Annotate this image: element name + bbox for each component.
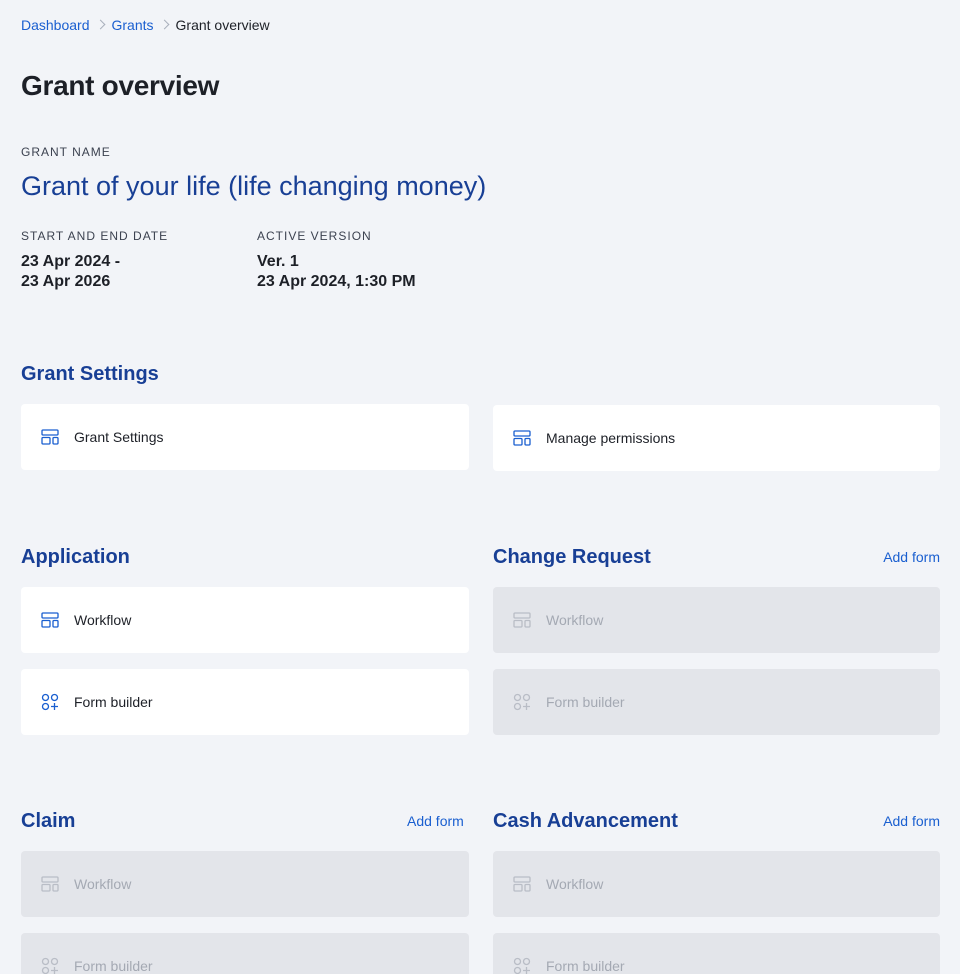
claim-add-form-link[interactable]: Add form — [407, 812, 464, 830]
breadcrumb: Dashboard Grants Grant overview — [21, 16, 270, 34]
form-builder-label: Form builder — [74, 958, 153, 974]
dates-label: START AND END DATE — [21, 229, 169, 243]
layout-icon — [40, 610, 60, 630]
section-title-claim: Claim — [21, 810, 76, 832]
breadcrumb-dashboard[interactable]: Dashboard — [21, 16, 90, 34]
page-title: Grant overview — [21, 70, 220, 101]
apps-add-icon — [40, 956, 60, 974]
active-version-date: 23 Apr 2024, 1:30 PM — [257, 273, 416, 290]
claim-workflow-card: Workflow — [21, 851, 469, 917]
apps-add-icon — [40, 692, 60, 712]
grant-name-label: GRANT NAME — [21, 145, 111, 159]
start-date: 23 Apr 2024 - — [21, 253, 121, 270]
layout-icon — [512, 610, 532, 630]
claim-form-builder-card: Form builder — [21, 933, 469, 974]
form-builder-label: Form builder — [74, 694, 153, 710]
chevron-right-icon — [94, 18, 108, 32]
workflow-label: Workflow — [546, 612, 604, 628]
layout-icon — [512, 428, 532, 448]
chevron-right-icon — [158, 18, 172, 32]
change-request-workflow-card: Workflow — [493, 587, 940, 653]
section-title-cash-advancement: Cash Advancement — [493, 810, 678, 832]
section-title-change-request: Change Request — [493, 546, 651, 568]
workflow-label: Workflow — [74, 612, 132, 628]
cash-advancement-form-builder-card: Form builder — [493, 933, 940, 974]
end-date: 23 Apr 2026 — [21, 273, 111, 290]
active-version: Ver. 1 — [257, 253, 299, 270]
layout-icon — [512, 874, 532, 894]
apps-add-icon — [512, 692, 532, 712]
grant-settings-label: Grant Settings — [74, 429, 164, 445]
change-request-form-builder-card: Form builder — [493, 669, 940, 735]
application-workflow-card[interactable]: Workflow — [21, 587, 469, 653]
section-title-grant-settings: Grant Settings — [21, 363, 159, 385]
section-title-application: Application — [21, 546, 130, 568]
active-version-label: ACTIVE VERSION — [257, 229, 372, 243]
workflow-label: Workflow — [546, 876, 604, 892]
breadcrumb-grants[interactable]: Grants — [112, 16, 154, 34]
cash-advancement-add-form-link[interactable]: Add form — [883, 812, 940, 830]
breadcrumb-current: Grant overview — [175, 17, 270, 33]
layout-icon — [40, 874, 60, 894]
change-request-add-form-link[interactable]: Add form — [883, 548, 940, 566]
grant-settings-card[interactable]: Grant Settings — [21, 404, 469, 470]
layout-icon — [40, 427, 60, 447]
manage-permissions-label: Manage permissions — [546, 430, 676, 446]
manage-permissions-card[interactable]: Manage permissions — [493, 405, 940, 471]
application-form-builder-card[interactable]: Form builder — [21, 669, 469, 735]
form-builder-label: Form builder — [546, 958, 625, 974]
workflow-label: Workflow — [74, 876, 132, 892]
grant-name: Grant of your life (life changing money) — [21, 171, 487, 201]
cash-advancement-workflow-card: Workflow — [493, 851, 940, 917]
apps-add-icon — [512, 956, 532, 974]
form-builder-label: Form builder — [546, 694, 625, 710]
